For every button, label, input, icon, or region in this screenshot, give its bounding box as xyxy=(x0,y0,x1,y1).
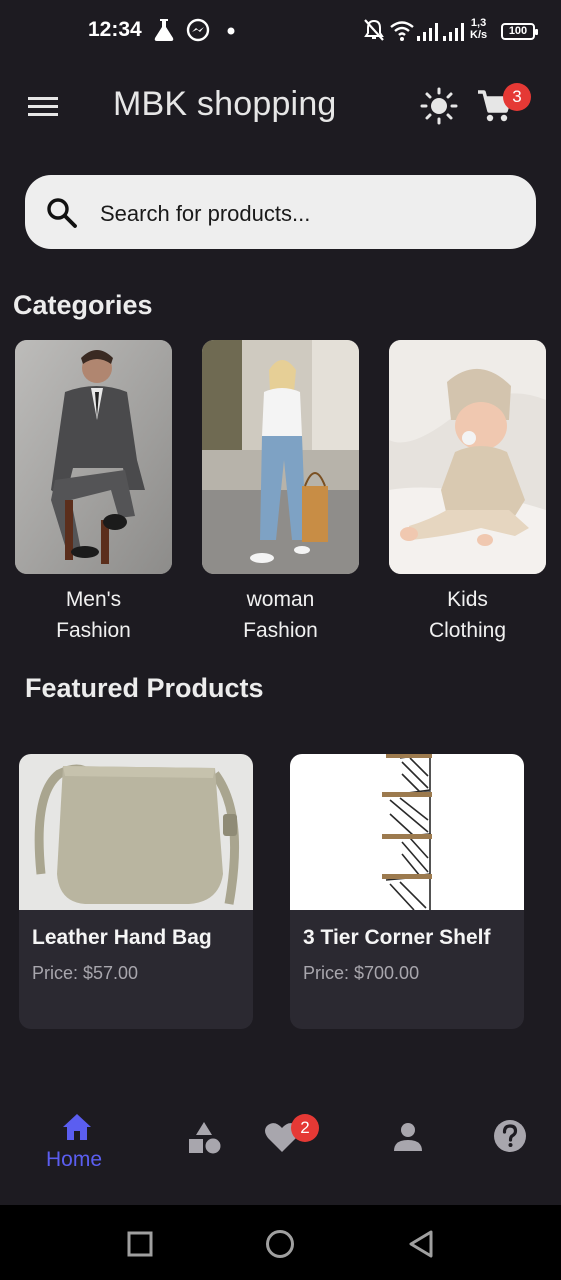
favorites-count-badge: 2 xyxy=(291,1114,319,1142)
category-image-kids xyxy=(389,340,546,574)
dot-icon xyxy=(227,27,235,35)
product-price: Price: $700.00 xyxy=(303,963,420,983)
bell-off-icon xyxy=(364,19,384,41)
category-mens-fashion[interactable]: Men's Fashion xyxy=(15,340,172,646)
app-title: MBK shopping xyxy=(113,85,337,123)
categories-heading: Categories xyxy=(13,290,153,320)
signal-icon xyxy=(443,23,464,41)
category-woman-fashion[interactable]: woman Fashion xyxy=(202,340,359,646)
home-icon xyxy=(63,1114,91,1140)
recents-icon[interactable] xyxy=(126,1230,154,1258)
menu-button[interactable] xyxy=(26,90,60,124)
category-label: Men's Fashion xyxy=(56,588,131,642)
product-image-corner-shelf xyxy=(290,754,524,910)
product-card[interactable]: Leather Hand Bag Price: $57.00 xyxy=(19,754,253,1029)
battery-indicator: 100 xyxy=(501,23,538,40)
network-speed-value: 1,3 xyxy=(470,17,487,29)
product-name: 3 Tier Corner Shelf xyxy=(303,926,491,949)
network-speed: 1,3 K/s xyxy=(470,17,487,41)
theme-toggle-button[interactable] xyxy=(420,87,458,125)
category-image-mens xyxy=(15,340,172,574)
search-icon xyxy=(47,198,77,228)
flask-icon xyxy=(154,19,174,41)
category-label: Kids Clothing xyxy=(428,588,507,642)
product-image-handbag xyxy=(19,754,253,910)
signal-icon xyxy=(417,23,438,41)
messenger-icon xyxy=(186,18,210,42)
nav-categories[interactable] xyxy=(186,1120,222,1156)
categories-icon xyxy=(189,1122,221,1154)
category-label: woman Fashion xyxy=(243,588,318,642)
product-price: Price: $57.00 xyxy=(32,963,139,983)
menu-icon xyxy=(28,97,58,116)
sun-icon xyxy=(420,87,458,125)
system-navigation-bar xyxy=(0,1205,561,1280)
cart-count-badge: 3 xyxy=(503,83,531,111)
status-bar: 12:34 1,3 K/s 100 xyxy=(0,0,561,64)
category-image-woman xyxy=(202,340,359,574)
back-icon[interactable] xyxy=(406,1229,436,1259)
nav-help[interactable] xyxy=(493,1119,527,1153)
status-time: 12:34 xyxy=(88,18,142,41)
nav-profile[interactable] xyxy=(392,1121,424,1153)
home-circle-icon[interactable] xyxy=(264,1228,296,1260)
nav-home-label: Home xyxy=(46,1148,103,1171)
person-icon xyxy=(394,1123,422,1151)
wifi-icon xyxy=(390,21,414,41)
help-icon xyxy=(494,1120,526,1152)
search-input[interactable] xyxy=(100,198,520,230)
network-speed-unit: K/s xyxy=(470,29,488,41)
featured-products-heading: Featured Products xyxy=(25,673,264,703)
product-name: Leather Hand Bag xyxy=(32,926,212,949)
product-card[interactable]: 3 Tier Corner Shelf Price: $700.00 xyxy=(290,754,524,1029)
category-kids-clothing[interactable]: Kids Clothing xyxy=(389,340,546,646)
